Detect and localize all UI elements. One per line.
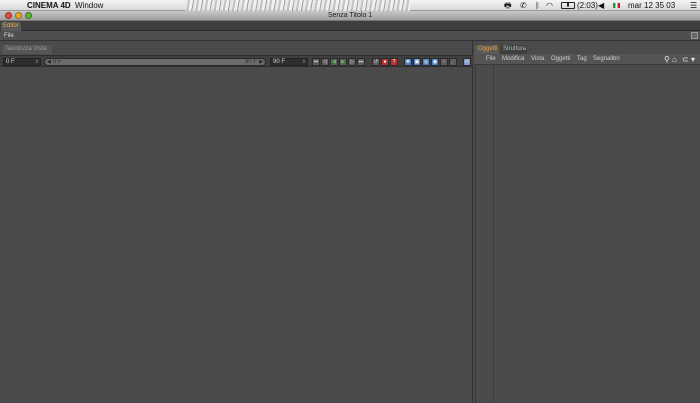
timeline-panel: Tavolozza Vista 0 F ⇕ ◀ 0 F 90 F ▶ 90 F … xyxy=(0,41,473,403)
key-parameter-icon[interactable]: ◉ xyxy=(431,58,439,66)
timeline-settings-icon[interactable]: ⊞ xyxy=(463,58,471,66)
key-rotation-icon[interactable]: ◎ xyxy=(422,58,430,66)
tab-editor[interactable]: Editor xyxy=(1,22,21,31)
objects-menu-bar: File Modifica Vista Oggetti Tag Segnalib… xyxy=(474,54,700,65)
zoom-button[interactable] xyxy=(25,12,32,19)
objects-menu-modifica[interactable]: Modifica xyxy=(502,54,524,65)
layout-tab-row: Editor xyxy=(0,21,700,31)
play-backward-icon[interactable]: ◀ xyxy=(330,58,338,66)
objects-manager: Oggetti Struttura File Modifica Vista Og… xyxy=(474,41,700,403)
stepper-icon[interactable]: ⇕ xyxy=(302,59,306,65)
phone-icon[interactable]: ✆ xyxy=(520,0,527,11)
prev-key-icon[interactable]: ◁ xyxy=(321,58,329,66)
tab-struttura[interactable]: Struttura xyxy=(500,45,527,54)
editor-menu-row: File xyxy=(0,31,700,41)
tab-tavolozza-vista[interactable]: Tavolozza Vista xyxy=(2,45,52,54)
key-scale-icon[interactable]: ▣ xyxy=(413,58,421,66)
panel-menu-icon[interactable]: ▾ xyxy=(691,55,695,64)
start-frame-field[interactable]: 0 F ⇕ xyxy=(3,58,41,66)
window-menu[interactable]: Window xyxy=(75,0,103,11)
column-divider xyxy=(493,65,494,403)
go-to-start-icon[interactable]: ⏮ xyxy=(312,58,320,66)
end-frame-value: 90 F xyxy=(273,59,286,65)
record-key-icon[interactable]: ● xyxy=(381,58,389,66)
objects-menu-vista[interactable]: Vista xyxy=(531,54,544,65)
objects-menu-file[interactable]: File xyxy=(486,54,496,65)
menubar: CINEMA 4D Window 🖶 ✆ ᛒ ◠ ▮ (2:03) ◀ mar … xyxy=(0,0,700,11)
play-icon[interactable]: ▶ xyxy=(339,58,347,66)
go-to-end-icon[interactable]: ⏭ xyxy=(357,58,365,66)
next-key-icon[interactable]: ▷ xyxy=(348,58,356,66)
wifi-icon[interactable]: ◠ xyxy=(546,0,553,11)
flag-icon[interactable] xyxy=(613,3,620,8)
tab-oggetti[interactable]: Oggetti xyxy=(475,45,499,54)
key-point-icon[interactable]: ⁘ xyxy=(440,58,448,66)
battery-icon[interactable]: ▮ xyxy=(561,2,575,9)
window-titlebar: Senza Titolo 1 xyxy=(0,11,700,21)
interpolation-icon[interactable]: ⋰ xyxy=(449,58,457,66)
window-title: Senza Titolo 1 xyxy=(327,12,373,19)
slider-right-icon[interactable]: ▶ xyxy=(259,59,263,65)
search-icon[interactable]: ⚲ xyxy=(664,55,670,64)
clock[interactable]: mar 12 35 03 xyxy=(628,0,675,11)
objects-menu-tag[interactable]: Tag xyxy=(577,54,587,65)
auto-key-icon[interactable]: ? xyxy=(390,58,398,66)
menu-extra-icon[interactable]: ☰ xyxy=(690,0,697,11)
motion-record-icon[interactable]: ↺ xyxy=(372,58,380,66)
file-menu[interactable]: File xyxy=(4,31,14,41)
slider-start-value: 0 F xyxy=(53,59,62,65)
panel-menu-icon[interactable] xyxy=(691,32,698,39)
printer-icon[interactable]: 🖶 xyxy=(504,0,512,11)
minimize-button[interactable] xyxy=(15,12,22,19)
volume-icon[interactable]: ◀ xyxy=(598,0,604,11)
end-frame-field[interactable]: 90 F ⇕ xyxy=(270,58,308,66)
bluetooth-icon[interactable]: ᛒ xyxy=(535,0,540,11)
link-icon[interactable]: ⊂ xyxy=(682,55,689,64)
slider-left-icon[interactable]: ◀ xyxy=(47,59,51,65)
close-button[interactable] xyxy=(5,12,12,19)
column-divider xyxy=(475,65,476,403)
timebar: 0 F ⇕ ◀ 0 F 90 F ▶ 90 F ⇕ ⏮ ◁ ◀ ▶ ▷ ⏭ ↺ … xyxy=(0,55,473,67)
objects-menu-segnalibri[interactable]: Segnalibri xyxy=(593,54,620,65)
objects-menu-oggetti[interactable]: Oggetti xyxy=(551,54,570,65)
stepper-icon[interactable]: ⇕ xyxy=(35,59,39,65)
start-frame-value: 0 F xyxy=(6,59,15,65)
battery-status[interactable]: (2:03) xyxy=(577,0,598,11)
slider-end-value: 90 F xyxy=(244,59,257,65)
app-menu[interactable]: CINEMA 4D xyxy=(27,0,71,11)
key-position-icon[interactable]: ✥ xyxy=(404,58,412,66)
wallpaper-strip xyxy=(185,0,410,11)
home-icon[interactable]: ⌂ xyxy=(672,55,677,64)
objects-list[interactable] xyxy=(474,65,700,403)
frame-range-slider[interactable]: ◀ 0 F 90 F ▶ xyxy=(44,58,266,66)
